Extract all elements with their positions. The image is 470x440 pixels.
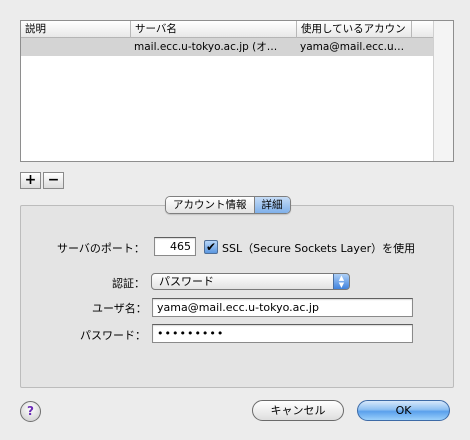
ok-button[interactable]: OK bbox=[357, 400, 450, 421]
password-field[interactable]: ••••••••• bbox=[152, 324, 413, 343]
scrollbar-track[interactable] bbox=[433, 21, 453, 161]
table-header: 説明 サーバ名 使用しているアカウン bbox=[21, 21, 453, 38]
updown-arrows-icon: ▲ ▼ bbox=[333, 274, 349, 289]
port-field[interactable]: 465 bbox=[154, 237, 196, 256]
ssl-label[interactable]: SSL（Secure Sockets Layer）を使用 bbox=[222, 240, 415, 256]
port-label: サーバのポート： bbox=[57, 242, 145, 255]
column-header-description[interactable]: 説明 bbox=[21, 21, 131, 38]
settings-panel bbox=[20, 205, 454, 388]
tab-bar: アカウント情報 詳細 bbox=[165, 196, 291, 214]
tab-advanced[interactable]: 詳細 bbox=[253, 197, 290, 213]
help-icon: ? bbox=[27, 404, 34, 418]
cell-account: yama@mail.ecc.u… bbox=[300, 41, 405, 53]
cell-description bbox=[21, 38, 131, 56]
column-header-account[interactable]: 使用しているアカウン bbox=[297, 21, 412, 38]
cancel-button[interactable]: キャンセル bbox=[252, 400, 344, 421]
table-row[interactable]: mail.ecc.u-tokyo.ac.jp (オ… yama@mail.ecc… bbox=[21, 38, 453, 56]
username-label: ユーザ名： bbox=[92, 302, 147, 315]
help-button[interactable]: ? bbox=[20, 401, 41, 422]
auth-popup-value: パスワード bbox=[159, 275, 214, 288]
password-label: パスワード： bbox=[80, 329, 146, 342]
cell-server: mail.ecc.u-tokyo.ac.jp (オ… bbox=[134, 41, 278, 53]
add-server-button[interactable]: + bbox=[20, 172, 41, 189]
username-field[interactable]: yama@mail.ecc.u-tokyo.ac.jp bbox=[152, 298, 413, 317]
auth-popup[interactable]: パスワード ▲ ▼ bbox=[151, 273, 350, 290]
ssl-checkbox[interactable]: ✔ bbox=[204, 240, 218, 254]
tab-account-info[interactable]: アカウント情報 bbox=[166, 197, 254, 213]
remove-server-button[interactable]: − bbox=[43, 172, 64, 189]
column-header-server[interactable]: サーバ名 bbox=[131, 21, 297, 38]
column-header-extra bbox=[412, 21, 434, 38]
checkmark-icon: ✔ bbox=[205, 240, 217, 254]
server-table: 説明 サーバ名 使用しているアカウン mail.ecc.u-tokyo.ac.j… bbox=[20, 20, 454, 162]
auth-label: 認証： bbox=[112, 277, 145, 290]
